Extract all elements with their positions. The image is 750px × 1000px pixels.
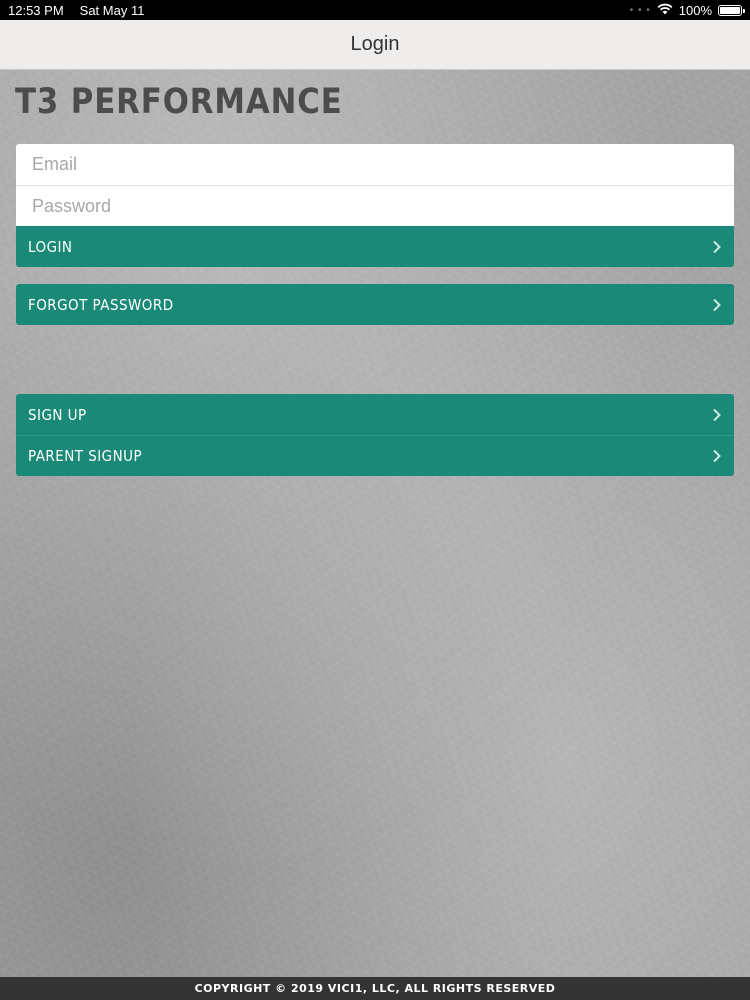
password-field[interactable] [32,195,718,217]
status-date: Sat May 11 [79,2,145,18]
sign-up-label: SIGN UP [28,405,87,424]
multitask-dots-icon: • • • [629,4,651,16]
email-field[interactable] [32,154,718,175]
login-form: LOGIN [16,144,734,267]
chevron-right-icon [712,240,722,254]
page-title: Login [350,33,400,55]
wifi-icon [657,3,673,18]
status-time: 12:53 PM [8,2,64,18]
login-button-label: LOGIN [28,237,73,256]
forgot-password-button[interactable]: FORGOT PASSWORD [16,284,734,325]
status-bar: 12:53 PM Sat May 11 • • • 100% [0,0,750,20]
battery-icon [718,4,745,16]
footer: COPYRIGHT © 2019 VICI1, LLC, ALL RIGHTS … [0,977,750,1000]
parent-signup-label: PARENT SIGNUP [28,447,143,465]
forgot-password-group: FORGOT PASSWORD [16,284,734,325]
login-button[interactable]: LOGIN [16,226,734,267]
chevron-right-icon [712,449,722,463]
parent-signup-button[interactable]: PARENT SIGNUP [16,435,734,476]
sign-up-button[interactable]: SIGN UP [16,394,734,435]
password-row [16,185,734,226]
signup-group: SIGN UP PARENT SIGNUP [16,394,734,476]
chevron-right-icon [712,298,722,312]
brand-logo: T3 PERFORMANCE [15,82,343,122]
battery-percent: 100% [678,2,712,18]
copyright-text: COPYRIGHT © 2019 VICI1, LLC, ALL RIGHTS … [194,982,556,995]
nav-bar: Login [0,20,750,70]
email-row [16,144,734,185]
forgot-password-label: FORGOT PASSWORD [28,295,174,314]
chevron-right-icon [712,408,722,422]
